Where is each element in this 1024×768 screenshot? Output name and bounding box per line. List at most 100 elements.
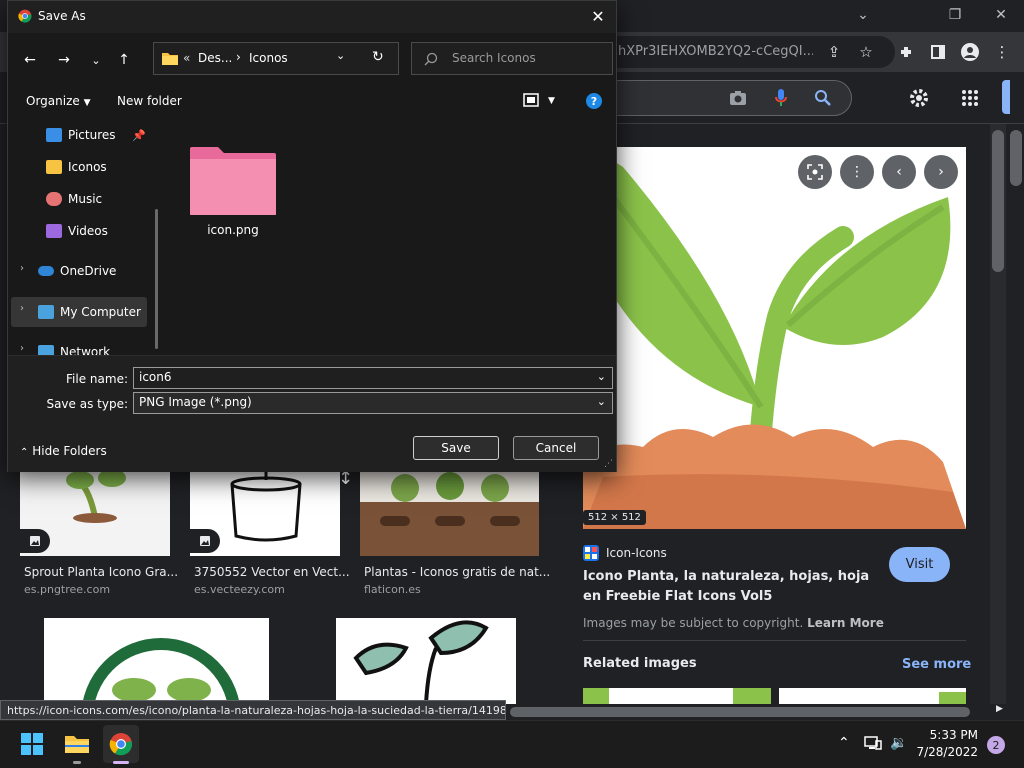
nav-pane-scrollbar[interactable] <box>155 209 158 349</box>
site-name[interactable]: Icon-Icons <box>606 546 667 560</box>
help-icon[interactable]: ? <box>586 93 602 109</box>
breadcrumb-current[interactable]: Iconos <box>249 51 288 65</box>
result-title[interactable]: Sprout Planta Icono Gra... <box>24 565 178 579</box>
panel-scrollbar-thumb[interactable] <box>992 130 1004 272</box>
next-image-icon[interactable]: › <box>924 155 958 189</box>
search-icon[interactable] <box>811 86 835 110</box>
breadcrumb-parent[interactable]: Des... <box>198 51 232 65</box>
nav-item-music[interactable]: Music <box>46 185 102 213</box>
organize-label: Organize <box>26 94 80 108</box>
page-scrollbar-thumb[interactable] <box>1010 130 1022 186</box>
network-icon[interactable] <box>864 735 882 755</box>
chrome-taskbar-button[interactable] <box>103 725 139 763</box>
start-button[interactable] <box>14 725 50 763</box>
file-name-input[interactable]: icon6 ⌄ <box>133 367 613 389</box>
share-icon[interactable]: ⇪ <box>822 40 846 64</box>
sign-in-button-edge[interactable] <box>1002 80 1010 114</box>
profile-avatar-icon[interactable] <box>958 40 982 64</box>
organize-menu[interactable]: Organize ▼ <box>26 94 91 108</box>
result-title[interactable]: 3750552 Vector en Vect... <box>194 565 350 579</box>
expand-chevron-icon[interactable]: › <box>20 303 24 314</box>
view-layout-icon[interactable] <box>523 93 539 109</box>
scroll-right-arrow-icon[interactable]: ▶ <box>996 704 1008 718</box>
dialog-close-icon[interactable]: ✕ <box>580 1 616 31</box>
result-source[interactable]: flaticon.es <box>364 583 421 596</box>
settings-gear-icon[interactable] <box>907 86 931 110</box>
file-item-icon-png[interactable] <box>188 145 278 217</box>
image-dimensions: 512 × 512 <box>583 510 646 525</box>
volume-icon[interactable]: 🔉 <box>890 735 907 751</box>
result-source[interactable]: es.pngtree.com <box>24 583 110 596</box>
file-name-dropdown-chevron-icon[interactable]: ⌄ <box>597 370 606 383</box>
camera-search-icon[interactable] <box>726 86 750 110</box>
see-more-link[interactable]: See more <box>902 657 971 672</box>
visit-button[interactable]: Visit <box>889 547 950 582</box>
show-hidden-icons-icon[interactable]: ⌃ <box>838 735 850 751</box>
address-dropdown-chevron-icon[interactable]: ⌄ <box>336 49 345 62</box>
bookmark-star-icon[interactable]: ☆ <box>854 40 878 64</box>
previous-image-icon[interactable]: ‹ <box>882 155 916 189</box>
dialog-address-bar[interactable]: « Des... › Iconos ⌄ ↻ <box>153 42 399 75</box>
notification-badge[interactable]: 2 <box>987 736 1005 754</box>
nav-item-my-computer[interactable]: My Computer <box>38 298 141 326</box>
breadcrumb-separator[interactable]: › <box>236 50 241 64</box>
dialog-search-input[interactable]: Search Iconos <box>411 42 613 75</box>
taskbar-active-indicator <box>113 761 129 764</box>
related-image-thumbnail[interactable] <box>779 688 966 704</box>
url-text[interactable]: hXPr3IEHXOMB2YQ2-cCegQI... <box>618 44 813 59</box>
result-thumbnail-circle-plant[interactable] <box>44 618 269 704</box>
dialog-titlebar[interactable] <box>8 1 616 33</box>
result-thumbnail-leaf-outline[interactable] <box>336 618 516 704</box>
up-arrow-icon[interactable]: ↑ <box>113 49 135 71</box>
clock-date[interactable]: 7/28/2022 <box>916 745 978 759</box>
image-title-link[interactable]: Icono Planta, la naturaleza, hojas, hoja… <box>583 567 883 607</box>
file-item-label[interactable]: icon.png <box>188 223 278 237</box>
preview-image-plant[interactable] <box>583 147 966 529</box>
save-as-type-select[interactable]: PNG Image (*.png) ⌄ <box>133 392 613 414</box>
cancel-button[interactable]: Cancel <box>513 436 599 460</box>
save-button[interactable]: Save <box>413 436 499 460</box>
nav-item-label: Network <box>60 345 111 355</box>
hide-folders-toggle[interactable]: ⌃ Hide Folders <box>20 444 107 458</box>
forward-arrow-icon[interactable]: → <box>53 49 75 71</box>
result-source[interactable]: es.vecteezy.com <box>194 583 285 596</box>
new-folder-button[interactable]: New folder <box>117 94 182 108</box>
expand-chevron-icon[interactable]: › <box>20 343 24 354</box>
restore-icon[interactable]: ❐ <box>932 0 978 30</box>
resize-grip-icon[interactable]: ⋰ <box>604 459 613 469</box>
save-as-type-dropdown-chevron-icon[interactable]: ⌄ <box>597 395 606 408</box>
nav-item-iconos[interactable]: Iconos <box>46 153 107 181</box>
nav-item-pictures[interactable]: Pictures <box>46 121 116 149</box>
learn-more-link[interactable]: Learn More <box>807 616 884 630</box>
panel-divider <box>583 640 966 641</box>
search-icon <box>424 52 438 66</box>
tab-search-icon[interactable]: ⌄ <box>840 0 886 30</box>
apps-grid-icon[interactable] <box>958 86 982 110</box>
chrome-menu-icon[interactable]: ⋮ <box>990 40 1014 64</box>
back-arrow-icon[interactable]: ← <box>19 49 41 71</box>
nav-item-network[interactable]: Network <box>38 338 110 355</box>
lens-search-button[interactable] <box>798 155 832 189</box>
window-close-icon[interactable]: ✕ <box>978 0 1024 30</box>
nav-item-videos[interactable]: Videos <box>46 217 108 245</box>
horizontal-scrollbar-thumb[interactable] <box>510 707 970 717</box>
pin-icon[interactable]: 📌 <box>132 129 146 142</box>
save-as-dialog: Save As ✕ ← → ⌄ ↑ « Des... › Iconos ⌄ ↻ … <box>7 0 617 472</box>
recent-locations-chevron-icon[interactable]: ⌄ <box>85 49 107 71</box>
view-dropdown-icon[interactable]: ▼ <box>548 96 555 106</box>
breadcrumb-overflow[interactable]: « <box>183 51 190 65</box>
clock-time[interactable]: 5:33 PM <box>926 728 978 742</box>
voice-search-icon[interactable] <box>769 86 793 110</box>
more-options-icon[interactable]: ⋮ <box>840 155 874 189</box>
nav-item-onedrive[interactable]: OneDrive <box>38 257 116 285</box>
result-title[interactable]: Plantas - Iconos gratis de nat... <box>364 565 550 579</box>
refresh-icon[interactable]: ↻ <box>372 49 384 65</box>
related-image-thumbnail[interactable] <box>583 688 771 704</box>
extensions-icon[interactable] <box>894 40 918 64</box>
result-thumbnail-plants[interactable] <box>360 472 539 556</box>
page-scrollbar-track[interactable] <box>1008 124 1024 704</box>
side-panel-icon[interactable] <box>926 40 950 64</box>
expand-chevron-icon[interactable]: › <box>20 263 24 274</box>
hide-folders-label: Hide Folders <box>32 444 107 458</box>
file-explorer-taskbar-button[interactable] <box>59 725 95 763</box>
